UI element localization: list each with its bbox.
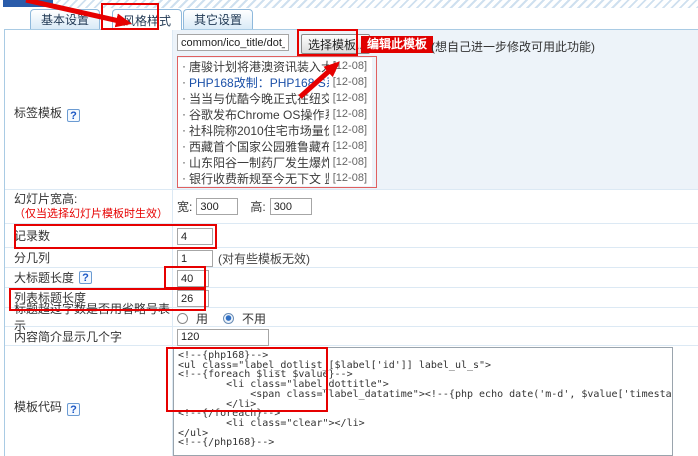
height-label: 高:: [250, 198, 265, 215]
label-template-label: 标签模板?: [5, 30, 173, 189]
list-item: · 当当与优酷今晚正式在纽交所上市 [12-08]: [178, 90, 372, 106]
bullet-icon: ·: [182, 91, 186, 105]
tab-basic-settings[interactable]: 基本设置: [30, 9, 100, 29]
tab-style-settings-label: 风格样式: [123, 12, 171, 29]
slide-size-note: （仅当选择幻灯片模板时生效）: [14, 207, 172, 222]
row-record-count: 记录数: [5, 224, 698, 248]
list-item: · 西藏首个国家公园雅鲁藏布大峡谷 [12-08]: [178, 138, 372, 154]
edit-template-hint: (想自己进一步修改可用此功能): [431, 38, 595, 55]
radio-ellipsis-yes[interactable]: [177, 313, 188, 324]
radio-ellipsis-no[interactable]: [223, 313, 234, 324]
tab-style-settings[interactable]: 风格样式: [112, 9, 182, 30]
window-titlebar-fragment: [3, 0, 53, 7]
intro-chars-label: 内容简介显示几个字: [5, 327, 173, 345]
help-icon[interactable]: ?: [67, 109, 80, 122]
bullet-icon: ·: [182, 59, 186, 73]
column-count-label: 分几列: [5, 248, 173, 267]
row-template-code: 模板代码? <!--{php168}--> <ul class="label_d…: [5, 346, 698, 456]
help-icon[interactable]: ?: [67, 403, 80, 416]
list-title-length-input[interactable]: [177, 290, 209, 307]
radio-ellipsis-yes-label[interactable]: 用: [196, 310, 208, 327]
label-template-value-cell: 选择模板.. 编辑此模板 (想自己进一步修改可用此功能) · 唐骏计划将港澳资讯…: [173, 30, 698, 189]
bullet-icon: ·: [182, 107, 186, 121]
intro-chars-input[interactable]: [177, 329, 269, 346]
list-item: · 社科院称2010住宅市场量价齐升 调 [12-08]: [178, 122, 372, 138]
row-ellipsis-option: 标题超过字数是否用省略号表示 用 不用: [5, 308, 698, 327]
record-count-label: 记录数: [5, 224, 173, 247]
slide-width-input[interactable]: [196, 198, 238, 215]
template-preview-list: · 唐骏计划将港澳资讯装入大华建设 [12-08] · PHP168改制：PHP…: [178, 58, 372, 186]
decorative-stripe-band: [53, 0, 698, 8]
list-item: · 唐骏计划将港澳资讯装入大华建设 [12-08]: [178, 58, 372, 74]
row-slide-size: 幻灯片宽高: （仅当选择幻灯片模板时生效） 宽: 高:: [5, 190, 698, 224]
big-title-length-input[interactable]: [177, 270, 209, 287]
list-item: · 谷歌发布Chrome OS操作系统和应用 [12-08]: [178, 106, 372, 122]
edit-template-button[interactable]: 编辑此模板: [361, 36, 433, 53]
bullet-icon: ·: [182, 171, 186, 185]
list-item: · 山东阳谷一制药厂发生爆炸 已有7 [12-08]: [178, 154, 372, 170]
column-count-input[interactable]: [177, 250, 213, 267]
settings-form-panel: 标签模板? 选择模板.. 编辑此模板 (想自己进一步修改可用此功能) · 唐骏计…: [4, 29, 698, 456]
template-code-cell: <!--{php168}--> <ul class="label_dotlist…: [173, 346, 698, 456]
column-count-note: (对有些模板无效): [218, 250, 310, 267]
radio-ellipsis-no-label[interactable]: 不用: [242, 310, 266, 327]
list-item: · 银行收费新规至今无下文 监管被指 [12-08]: [178, 170, 372, 186]
row-big-title-length: 大标题长度?: [5, 268, 698, 288]
big-title-length-label: 大标题长度?: [5, 268, 173, 287]
bullet-icon: ·: [182, 123, 186, 137]
tab-basic-settings-label: 基本设置: [41, 11, 89, 28]
label-settings-window: 基本设置 风格样式 其它设置 标签模板? 选择模板.. 编辑此模板 (想自己进一…: [0, 0, 698, 456]
tab-other-settings[interactable]: 其它设置: [183, 9, 253, 29]
bullet-icon: ·: [182, 75, 186, 89]
row-intro-chars: 内容简介显示几个字: [5, 327, 698, 346]
list-item: · PHP168改制：PHP168 S系列与V系 [12-08]: [178, 74, 372, 90]
template-path-input[interactable]: [177, 34, 289, 51]
slide-size-value-cell: 宽: 高:: [173, 190, 698, 223]
row-column-count: 分几列 (对有些模板无效): [5, 248, 698, 268]
tab-other-settings-label: 其它设置: [194, 11, 242, 28]
slide-height-input[interactable]: [270, 198, 312, 215]
ellipsis-option-label: 标题超过字数是否用省略号表示: [5, 308, 173, 326]
template-code-textarea[interactable]: <!--{php168}--> <ul class="label_dotlist…: [173, 347, 673, 456]
bullet-icon: ·: [182, 139, 186, 153]
slide-size-label: 幻灯片宽高: （仅当选择幻灯片模板时生效）: [5, 190, 173, 223]
width-label: 宽:: [177, 198, 192, 215]
record-count-input[interactable]: [177, 228, 213, 245]
help-icon[interactable]: ?: [79, 271, 92, 284]
choose-template-button[interactable]: 选择模板..: [301, 34, 370, 54]
row-label-template: 标签模板? 选择模板.. 编辑此模板 (想自己进一步修改可用此功能) · 唐骏计…: [5, 30, 698, 190]
bullet-icon: ·: [182, 155, 186, 169]
template-code-label: 模板代码?: [5, 346, 173, 456]
